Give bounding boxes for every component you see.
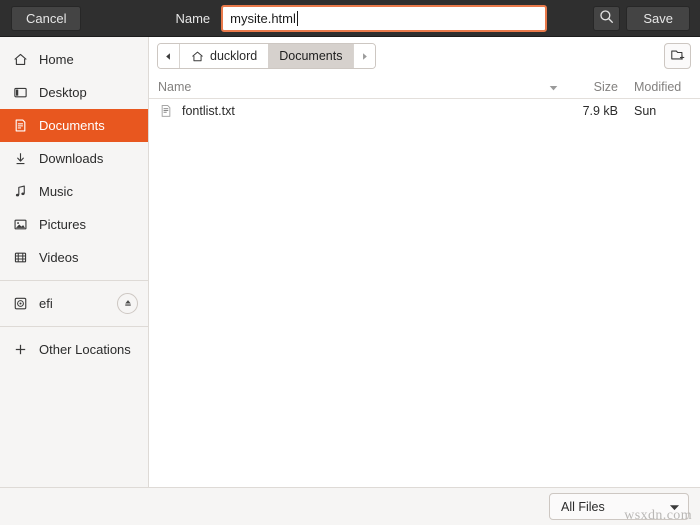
sidebar-divider [0,280,148,281]
plus-icon [12,341,29,358]
sidebar-item-label: Videos [39,250,79,265]
file-type-filter-dropdown[interactable]: All Files [549,493,689,520]
search-icon [599,9,614,27]
download-icon [12,150,29,167]
breadcrumb-item-ducklord[interactable]: ducklord [180,44,269,68]
text-file-icon [158,103,174,119]
sidebar-item-label: efi [39,296,53,311]
sidebar-item-videos[interactable]: Videos [0,241,148,274]
chevron-down-icon [651,500,680,514]
file-list: fontlist.txt 7.9 kB Sun [149,99,700,487]
sidebar-item-label: Desktop [39,85,87,100]
new-folder-icon [670,47,686,66]
table-row[interactable]: fontlist.txt 7.9 kB Sun [149,99,700,122]
desktop-icon [12,84,29,101]
home-icon [12,51,29,68]
column-header-size[interactable]: Size [568,80,624,94]
film-icon [12,249,29,266]
sidebar-item-label: Downloads [39,151,104,166]
breadcrumb: ducklord Documents [157,43,377,69]
disc-icon [12,295,29,312]
column-header-row: Name Size Modified [149,75,700,99]
sidebar-item-downloads[interactable]: Downloads [0,142,148,175]
file-name-cell: fontlist.txt [149,103,568,119]
sidebar-divider-2 [0,326,148,327]
filename-input-value: mysite.html [230,10,296,26]
breadcrumb-label: Documents [279,49,343,63]
filename-input[interactable]: mysite.html [221,4,548,32]
sidebar-item-label: Pictures [39,217,86,232]
dialog-body: Home Desktop Documents Downloads Music P… [0,37,700,487]
column-header-modified[interactable]: Modified [624,80,700,94]
text-caret [296,10,298,26]
sidebar-item-efi[interactable]: efi [0,287,148,320]
sidebar-item-label: Music [39,184,73,199]
triangle-left-icon [164,49,173,64]
eject-button[interactable] [117,293,138,314]
sidebar-item-desktop[interactable]: Desktop [0,76,148,109]
sidebar-item-music[interactable]: Music [0,175,148,208]
column-header-name[interactable]: Name [149,80,568,94]
sidebar-item-home[interactable]: Home [0,43,148,76]
sort-descending-icon [549,80,558,94]
column-header-name-label: Name [158,79,192,94]
create-folder-button[interactable] [664,43,691,69]
sidebar-item-label: Home [39,52,74,67]
sidebar-item-label: Other Locations [39,342,131,357]
file-type-filter-label: All Files [561,499,605,514]
file-size-cell: 7.9 kB [582,103,618,118]
sidebar-item-label: Documents [39,118,105,133]
sidebar-item-documents[interactable]: Documents [0,109,148,142]
forward-button[interactable] [353,44,376,68]
file-name-label: fontlist.txt [182,103,235,118]
home-icon [191,50,204,63]
header-bar: Cancel Name mysite.html Save [0,0,700,37]
file-modified-cell: Sun [634,103,657,118]
triangle-right-icon [360,49,369,64]
search-button[interactable] [593,5,621,31]
footer-bar: All Files wsxdn.com [0,487,700,525]
back-button[interactable] [158,44,180,68]
cancel-button[interactable]: Cancel [11,5,82,31]
documents-icon [12,117,29,134]
save-button[interactable]: Save [626,5,690,31]
file-pane: ducklord Documents Name Size Modified fo… [149,37,700,487]
breadcrumb-item-documents[interactable]: Documents [268,44,354,68]
name-field-label: Name [175,10,211,26]
breadcrumb-label: ducklord [210,49,258,63]
eject-icon [123,296,133,311]
places-sidebar: Home Desktop Documents Downloads Music P… [0,37,149,487]
sidebar-item-other-locations[interactable]: Other Locations [0,333,148,366]
music-note-icon [12,183,29,200]
sidebar-item-pictures[interactable]: Pictures [0,208,148,241]
picture-icon [12,216,29,233]
save-file-dialog: Cancel Name mysite.html Save Home Deskto… [0,0,700,525]
path-bar-row: ducklord Documents [149,37,700,75]
